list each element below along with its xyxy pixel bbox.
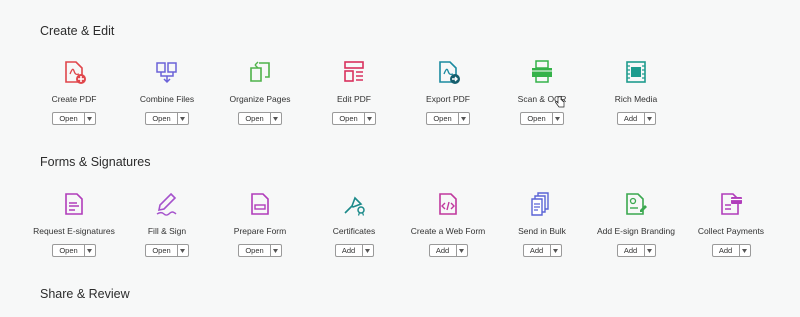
collect-payments-icon (718, 191, 744, 217)
rich-media-icon (623, 59, 649, 85)
tool-label: Export PDF (426, 94, 470, 104)
create-pdf-icon (61, 59, 87, 85)
tool-edit-pdf[interactable]: Edit PDF Open (306, 59, 402, 125)
tool-collect-payments[interactable]: Collect Payments Add (683, 191, 779, 257)
open-button[interactable]: Open (53, 113, 85, 124)
tool-label: Create PDF (51, 94, 97, 104)
add-button[interactable]: Add (713, 245, 740, 256)
add-button[interactable]: Add (524, 245, 551, 256)
tool-label: Edit PDF (336, 94, 371, 104)
tool-label: Request E-signatures (33, 226, 115, 236)
open-split-button[interactable]: Open (238, 244, 282, 257)
tool-organize-pages[interactable]: Organize Pages Open (212, 59, 308, 125)
tool-combine-files[interactable]: Combine Files Open (119, 59, 215, 125)
tool-create-pdf[interactable]: Create PDF Open (26, 59, 122, 125)
send-in-bulk-icon (529, 191, 555, 217)
tool-certificates[interactable]: Certificates Add (306, 191, 402, 257)
add-button[interactable]: Add (336, 245, 363, 256)
chevron-down-icon[interactable] (178, 245, 188, 256)
chevron-down-icon[interactable] (85, 245, 95, 256)
combine-files-icon (154, 59, 180, 85)
tool-label: Collect Payments (697, 226, 765, 236)
open-split-button[interactable]: Open (52, 112, 96, 125)
chevron-down-icon[interactable] (459, 113, 469, 124)
tool-label: Add E-sign Branding (597, 226, 675, 236)
open-button[interactable]: Open (239, 245, 271, 256)
tool-label: Organize Pages (229, 94, 291, 104)
open-split-button[interactable]: Open (332, 112, 376, 125)
chevron-down-icon[interactable] (363, 245, 373, 256)
tool-request-esignatures[interactable]: Request E-signatures Open (26, 191, 122, 257)
tool-label: Send in Bulk (518, 226, 566, 236)
open-button[interactable]: Open (146, 113, 178, 124)
chevron-down-icon[interactable] (271, 113, 281, 124)
open-split-button[interactable]: Open (145, 244, 189, 257)
tool-rich-media[interactable]: Rich Media Add (588, 59, 684, 125)
edit-pdf-icon (341, 59, 367, 85)
request-esignatures-icon (61, 191, 87, 217)
open-button[interactable]: Open (333, 113, 365, 124)
tool-label: Certificates (332, 226, 376, 236)
open-split-button[interactable]: Open (520, 112, 564, 125)
chevron-down-icon[interactable] (178, 113, 188, 124)
add-split-button[interactable]: Add (428, 244, 468, 257)
prepare-form-icon (247, 191, 273, 217)
certificates-icon (341, 191, 367, 217)
open-split-button[interactable]: Open (238, 112, 282, 125)
add-split-button[interactable]: Add (522, 244, 562, 257)
export-pdf-icon (435, 59, 461, 85)
tool-label: Combine Files (139, 94, 195, 104)
esign-branding-icon (623, 191, 649, 217)
add-split-button[interactable]: Add (334, 244, 374, 257)
chevron-down-icon[interactable] (271, 245, 281, 256)
tool-label: Prepare Form (233, 226, 287, 236)
open-button[interactable]: Open (239, 113, 271, 124)
open-button[interactable]: Open (521, 113, 553, 124)
add-split-button[interactable]: Add (616, 112, 656, 125)
web-form-icon (435, 191, 461, 217)
tool-create-web-form[interactable]: Create a Web Form Add (400, 191, 496, 257)
open-button[interactable]: Open (146, 245, 178, 256)
section-title-create-edit: Create & Edit (40, 24, 115, 38)
tool-prepare-form[interactable]: Prepare Form Open (212, 191, 308, 257)
open-split-button[interactable]: Open (52, 244, 96, 257)
chevron-down-icon[interactable] (645, 113, 655, 124)
tool-export-pdf[interactable]: Export PDF Open (400, 59, 496, 125)
add-split-button[interactable]: Add (616, 244, 656, 257)
open-split-button[interactable]: Open (426, 112, 470, 125)
section-title-share-review: Share & Review (40, 287, 130, 301)
section-title-forms-signatures: Forms & Signatures (40, 155, 151, 169)
chevron-down-icon[interactable] (740, 245, 750, 256)
chevron-down-icon[interactable] (85, 113, 95, 124)
open-button[interactable]: Open (53, 245, 85, 256)
chevron-down-icon[interactable] (365, 113, 375, 124)
tool-scan-ocr[interactable]: Scan & OCR Open (494, 59, 590, 125)
tool-label: Rich Media (614, 94, 658, 104)
tool-add-esign-branding[interactable]: Add E-sign Branding Add (588, 191, 684, 257)
tool-send-in-bulk[interactable]: Send in Bulk Add (494, 191, 590, 257)
chevron-down-icon[interactable] (553, 113, 563, 124)
chevron-down-icon[interactable] (457, 245, 467, 256)
add-button[interactable]: Add (430, 245, 457, 256)
open-split-button[interactable]: Open (145, 112, 189, 125)
chevron-down-icon[interactable] (551, 245, 561, 256)
chevron-down-icon[interactable] (645, 245, 655, 256)
open-button[interactable]: Open (427, 113, 459, 124)
hand-cursor-icon (555, 96, 565, 108)
add-split-button[interactable]: Add (711, 244, 751, 257)
tool-label: Fill & Sign (147, 226, 187, 236)
scan-ocr-icon (529, 59, 555, 85)
tool-fill-sign[interactable]: Fill & Sign Open (119, 191, 215, 257)
fill-sign-icon (154, 191, 180, 217)
add-button[interactable]: Add (618, 245, 645, 256)
tool-label: Create a Web Form (410, 226, 486, 236)
add-button[interactable]: Add (618, 113, 645, 124)
organize-pages-icon (247, 59, 273, 85)
